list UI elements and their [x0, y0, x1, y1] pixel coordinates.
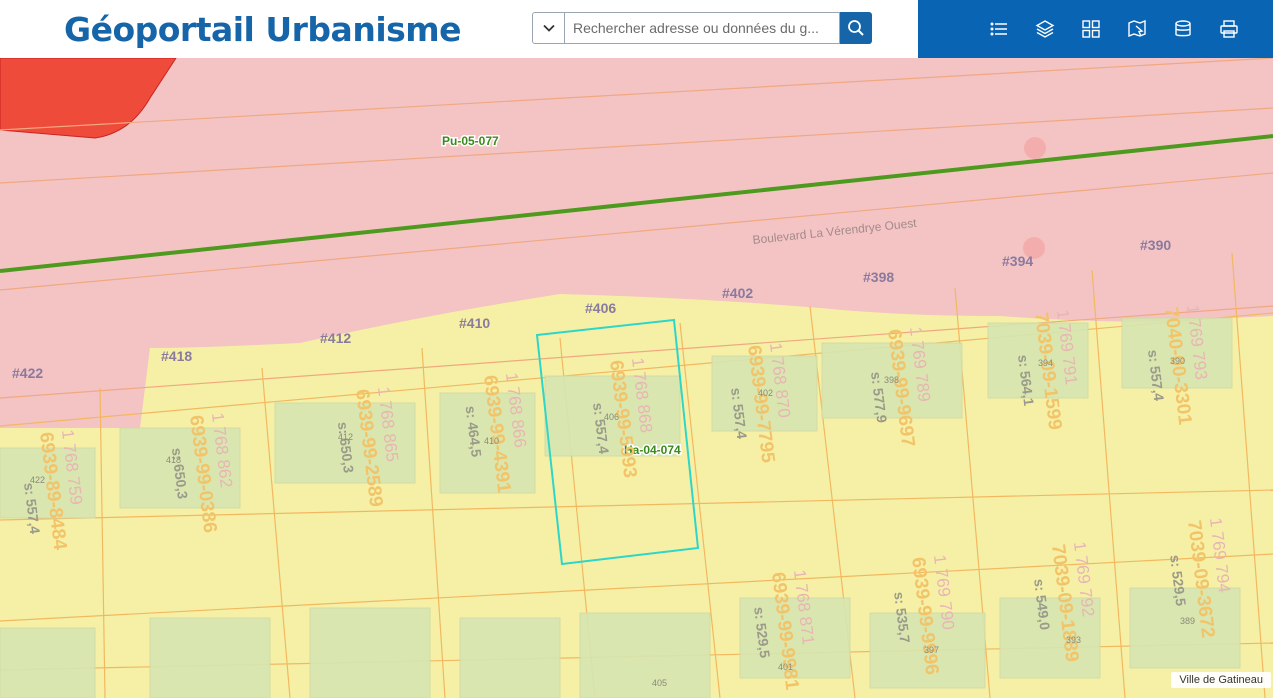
- building-number: 389: [1180, 616, 1195, 626]
- zone-label: Pu-05-077: [442, 134, 499, 148]
- print-button[interactable]: [1218, 18, 1240, 40]
- search-bar: [532, 12, 872, 44]
- search-source-dropdown[interactable]: [532, 12, 564, 44]
- building-number: 402: [758, 388, 773, 398]
- civic-number: #412: [320, 330, 351, 346]
- building-number: 393: [1066, 635, 1081, 645]
- building-number: 405: [652, 678, 667, 688]
- map-toolbar: [918, 0, 1273, 58]
- layers-button[interactable]: [1034, 18, 1056, 40]
- map-select-button[interactable]: [1126, 18, 1148, 40]
- search-icon: [848, 20, 864, 36]
- search-input[interactable]: [564, 12, 840, 44]
- app-header: Géoportail Urbanisme: [0, 0, 1273, 58]
- civic-number: #410: [459, 315, 490, 331]
- civic-number: #402: [722, 285, 753, 301]
- civic-number: #406: [585, 300, 616, 316]
- building-number: 394: [1038, 358, 1053, 368]
- map-view[interactable]: Pu-05-077 Ha-04-074 Boulevard La Vérendr…: [0, 58, 1273, 698]
- building-number: 390: [1170, 356, 1185, 366]
- map-select-icon: [1128, 19, 1146, 38]
- map-attribution[interactable]: Ville de Gatineau: [1171, 672, 1271, 688]
- building-number: 422: [30, 475, 45, 485]
- map-marker-icon: [1024, 137, 1046, 159]
- building-number: 401: [778, 662, 793, 672]
- building-number: 418: [166, 455, 181, 465]
- building-number: 410: [484, 436, 499, 446]
- building-number: 406: [604, 412, 619, 422]
- list-icon: [990, 22, 1007, 36]
- app-title: Géoportail Urbanisme: [64, 10, 462, 49]
- basemap-gallery-button[interactable]: [1080, 18, 1102, 40]
- print-icon: [1220, 20, 1238, 38]
- civic-number: #418: [161, 348, 192, 364]
- grid-icon: [1082, 20, 1100, 38]
- search-button[interactable]: [840, 12, 872, 44]
- civic-number: #398: [863, 269, 894, 285]
- data-button[interactable]: [1172, 18, 1194, 40]
- building-number: 397: [924, 645, 939, 655]
- legend-button[interactable]: [988, 18, 1010, 40]
- building-number: 398: [884, 375, 899, 385]
- civic-number: #394: [1002, 253, 1033, 269]
- building-number: 412: [338, 432, 353, 442]
- civic-number: #422: [12, 365, 43, 381]
- chevron-down-icon: [542, 24, 555, 32]
- civic-number: #390: [1140, 237, 1171, 253]
- database-icon: [1175, 20, 1191, 37]
- layers-icon: [1035, 20, 1055, 38]
